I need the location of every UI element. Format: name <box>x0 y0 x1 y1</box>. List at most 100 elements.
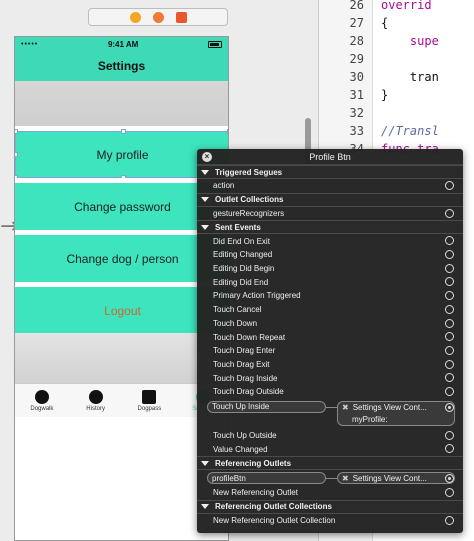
disclosure-triangle-icon <box>201 460 209 466</box>
battery-icon <box>208 40 222 48</box>
row-label: Did End On Exit <box>213 236 270 246</box>
row-label: Touch Down <box>213 318 258 328</box>
connect-circle-icon[interactable] <box>445 386 454 396</box>
line-number: 33 <box>349 124 364 138</box>
connection-line <box>326 478 337 479</box>
section-sent-events[interactable]: Sent Events <box>197 220 463 235</box>
section-outlet-collections[interactable]: Outlet Collections <box>197 192 463 207</box>
section-referencing-outlet-collections[interactable]: Referencing Outlet Collections <box>197 499 463 514</box>
connect-circle-icon[interactable] <box>445 250 454 260</box>
section-title: Outlet Collections <box>215 195 284 205</box>
row-label: profileBtn <box>212 473 246 483</box>
passport-icon <box>142 389 157 404</box>
target-name: Settings View Cont... <box>352 473 427 483</box>
event-row: Touch Drag Enter <box>197 344 463 358</box>
row-label: Primary Action Triggered <box>213 291 301 301</box>
connect-circle-icon[interactable] <box>445 263 454 273</box>
event-row: Touch Cancel <box>197 303 463 317</box>
connect-circle-icon[interactable] <box>445 430 454 440</box>
close-icon[interactable]: × <box>202 152 212 162</box>
connect-circle-icon[interactable] <box>445 208 454 218</box>
line-number: 29 <box>349 52 364 66</box>
connect-circle-icon[interactable] <box>445 277 454 287</box>
event-row: Editing Changed <box>197 248 463 262</box>
exit-icon[interactable] <box>175 11 187 23</box>
touch-up-inside-pill[interactable]: Touch Up Inside <box>207 400 326 413</box>
event-row: Touch Down Repeat <box>197 330 463 344</box>
disclosure-triangle-icon <box>201 197 209 203</box>
row-label: New Referencing Outlet <box>213 488 298 498</box>
nav-title: Settings <box>97 59 146 73</box>
touch-up-inside-row: Touch Up Inside ✖ Settings View Cont... m… <box>197 399 463 429</box>
connection-target[interactable]: ✖ Settings View Cont... <box>337 472 455 484</box>
connect-circle-icon[interactable] <box>445 236 454 246</box>
connect-circle-icon[interactable] <box>445 304 454 314</box>
tab-dogwalk[interactable]: Dogwalk <box>15 384 69 417</box>
line-number: 31 <box>349 88 364 102</box>
event-row: Editing Did End <box>197 275 463 289</box>
connect-circle-icon[interactable] <box>445 291 454 301</box>
outlet-row: New Referencing Outlet Collection <box>197 514 463 528</box>
remove-connection-icon[interactable]: ✖ <box>342 403 349 412</box>
row-label: action <box>213 181 235 191</box>
remove-connection-icon[interactable]: ✖ <box>342 474 349 483</box>
my-profile-label: My profile <box>96 147 149 162</box>
change-password-label: Change password <box>74 199 171 214</box>
view-controller-icon[interactable] <box>129 11 141 23</box>
event-row: Touch Drag Exit <box>197 358 463 372</box>
event-row: Primary Action Triggered <box>197 289 463 303</box>
connections-popover: × Profile Btn Triggered Segues action Ou… <box>197 149 463 533</box>
profile-btn-pill[interactable]: profileBtn <box>207 472 326 484</box>
change-dog-person-label: Change dog / person <box>66 251 179 266</box>
connect-circle-icon[interactable] <box>445 345 454 355</box>
connect-circle-icon[interactable] <box>445 488 454 497</box>
tab-history[interactable]: History <box>69 384 123 417</box>
status-time: 9:41 AM <box>107 39 139 49</box>
connect-circle-icon[interactable] <box>445 318 454 328</box>
connect-circle-icon[interactable] <box>445 373 454 383</box>
connected-circle-icon[interactable] <box>445 474 454 483</box>
row-label: Touch Up Inside <box>212 402 270 412</box>
line-number: 28 <box>349 34 364 48</box>
carrier-signal: ••••• <box>21 40 39 48</box>
row-label: Touch Cancel <box>213 305 262 315</box>
row-label: Touch Drag Exit <box>213 359 270 369</box>
first-responder-icon[interactable] <box>152 11 164 23</box>
section-triggered-segues[interactable]: Triggered Segues <box>197 165 463 179</box>
row-label: New Referencing Outlet Collection <box>213 516 336 526</box>
connect-circle-icon[interactable] <box>445 359 454 369</box>
row-label: Value Changed <box>213 444 268 454</box>
line-number: 32 <box>349 106 364 120</box>
connection-row: gestureRecognizers <box>197 207 463 221</box>
row-label: Touch Drag Inside <box>213 373 278 383</box>
popover-title: Profile Btn <box>309 151 351 162</box>
code-line: tran <box>381 70 439 84</box>
header-image <box>15 81 228 126</box>
connection-target[interactable]: ✖ Settings View Cont... myProfile: <box>337 400 455 426</box>
scene-dock <box>88 8 228 26</box>
connect-circle-icon[interactable] <box>445 515 454 525</box>
connect-circle-icon[interactable] <box>445 181 454 190</box>
section-referencing-outlets[interactable]: Referencing Outlets <box>197 456 463 470</box>
event-row: Touch Drag Inside <box>197 371 463 385</box>
connected-circle-icon[interactable] <box>445 402 454 412</box>
disclosure-triangle-icon <box>201 224 209 230</box>
tab-dogpass[interactable]: Dogpass <box>123 384 177 417</box>
code-line: //Transl <box>381 124 439 138</box>
tab-label: History <box>86 405 105 412</box>
section-title: Sent Events <box>215 222 261 232</box>
target-name: Settings View Cont... <box>352 403 427 413</box>
tab-label: Dogwalk <box>30 405 54 412</box>
section-title: Referencing Outlets <box>215 458 292 468</box>
tab-label: Dogpass <box>137 405 162 412</box>
line-number: 26 <box>349 0 364 12</box>
connect-circle-icon[interactable] <box>445 444 454 454</box>
outlet-row: New Referencing Outlet <box>197 486 463 500</box>
row-label: Touch Drag Enter <box>213 346 276 356</box>
row-label: Touch Drag Outside <box>213 387 284 397</box>
connection-line <box>326 406 337 408</box>
section-title: Triggered Segues <box>215 167 283 177</box>
row-label: gestureRecognizers <box>213 209 285 219</box>
code-line: supe <box>381 34 439 48</box>
connect-circle-icon[interactable] <box>445 332 454 342</box>
